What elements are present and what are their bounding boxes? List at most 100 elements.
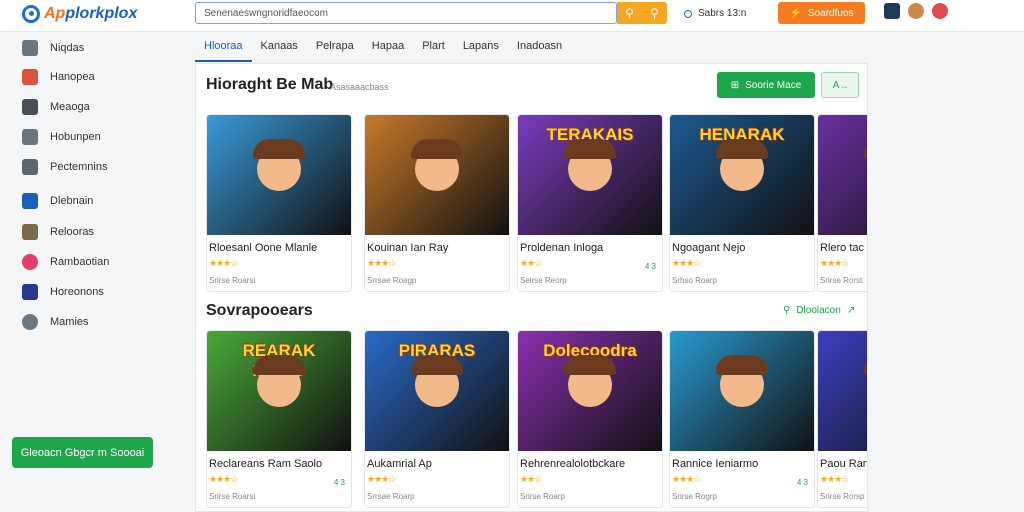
header-cta-label: Soardfuos [807,7,854,19]
app-logo[interactable]: Applorkplox [22,5,137,23]
sidebar-item-0[interactable]: Niqdas [22,40,84,56]
sidebar-item-2[interactable]: Meaoga [22,99,90,115]
game-thumbnail[interactable]: PIRARAS [365,331,509,451]
score-badge: 4 3 [644,262,656,271]
star-rating: ★★★☆ [672,474,701,484]
game-title: Rloesanl Oone Mlanle [209,242,318,254]
game-title: Reclareans Ram Saolo [209,458,323,470]
game-card[interactable]: TERAKAIS Proldenan Inloga ★★☆ Seirse Reo… [517,114,663,292]
search-button[interactable]: ⚲ ⚲ [617,2,667,24]
game-thumbnail[interactable] [818,331,867,451]
score-badge: 4 3 [796,478,808,487]
sidebar: Niqdas Hanopea Meaoga Hobunpen Pectemnin… [0,32,180,512]
sidebar-item-6[interactable]: Relooras [22,224,94,240]
score-badge: 4 3 [333,478,345,487]
sidebar-item-3[interactable]: Hobunpen [22,129,101,145]
sidebar-item-4[interactable]: Pectemnins [22,159,107,175]
top-bar: Applorkplox Senenaeswngnoridfaeocom ⚲ ⚲ … [0,0,1024,32]
notifications-icon[interactable] [884,3,900,19]
sidebar-item-9[interactable]: Mamies [22,314,89,330]
game-card[interactable]: Dolecoodra Rehrenrealolotbckare ★★☆ Srir… [517,330,663,508]
sidebar-item-label: Mamies [50,316,89,328]
game-card[interactable]: Kouinan Ian Ray ★★★☆ Srrsae Roagp [364,114,510,292]
bookmark-icon [22,129,38,145]
tab-2[interactable]: Pelrapa [307,34,363,62]
tab-0[interactable]: Hlooraa [195,34,252,62]
star-rating: ★★★☆ [820,258,849,268]
home-icon [22,40,38,56]
sidebar-item-label: Meaoga [50,101,90,113]
status-text: Sabrs 13:n [698,8,747,19]
sidebar-item-5[interactable]: Dlebnain [22,193,93,209]
avatar[interactable] [908,3,924,19]
puzzle-icon [22,254,38,270]
gamepad-icon [22,99,38,115]
game-card[interactable]: PIRARAS Aukamrial Ap ★★★☆ Srrsae Roarp [364,330,510,508]
game-card[interactable]: HENARAK Ngoagant Nejo ★★★☆ Srhso Roarp [669,114,815,292]
settings-icon [22,314,38,330]
category-tabs: Hlooraa Kanaas Pelrapa Hapaa Plart Lapan… [195,34,571,62]
sidebar-item-label: Relooras [50,226,95,238]
sidebar-cta-button[interactable]: Gleoacn Gbgcr m Soooai [12,437,153,468]
game-title: Paou Ran [820,458,868,470]
sidebar-item-label: Dlebnain [50,195,94,207]
star-rating: ★★★☆ [820,474,849,484]
sidebar-item-7[interactable]: Rambaotian [22,254,109,270]
search-icon: ⚲ [625,6,634,20]
game-title: Rlero tac [820,242,865,254]
game-thumbnail[interactable]: TERAKAIS [518,115,662,235]
top-icons [884,3,948,19]
tab-6[interactable]: Inadoasn [508,34,571,62]
profile-avatar[interactable] [932,3,948,19]
character-illustration [564,355,616,407]
see-all-label: Dloolacon [796,305,841,316]
character-illustration [253,139,305,191]
game-card[interactable]: REARAK MAGO Reclareans Ram Saolo ★★★☆ Sr… [206,330,352,508]
character-illustration [716,355,768,407]
game-meta: Srirse Roarp [520,492,565,501]
game-title: Proldenan Inloga [520,242,604,254]
tab-1[interactable]: Kanaas [252,34,307,62]
game-card[interactable]: Paou Ran ★★★☆ Srirse Rorsp [817,330,868,508]
character-illustration [564,139,616,191]
primary-action-button[interactable]: ⊞ Soorie Mace [717,72,815,98]
thumbnail-banner [826,341,867,369]
game-title: Rehrenrealolotbckare [520,458,626,470]
tab-3[interactable]: Hapaa [363,34,413,62]
character-illustration [253,355,305,407]
game-meta: Srirse Rorsp [820,492,865,501]
header-cta-button[interactable]: ⚡ Soardfuos [778,2,865,24]
see-all-link[interactable]: ⚲ Dloolacon ↗ [783,305,855,316]
game-thumbnail[interactable] [818,115,867,235]
search-input[interactable]: Senenaeswngnoridfaeocom [195,2,617,24]
game-meta: Srirse Rorst [820,276,863,285]
sidebar-item-label: Hanopea [50,71,95,83]
tab-5[interactable]: Lapans [454,34,508,62]
game-thumbnail[interactable]: REARAK MAGO [207,331,351,451]
game-thumbnail[interactable]: HENARAK [670,115,814,235]
game-meta: Srirse Roarsi [209,492,256,501]
game-thumbnail[interactable]: Dolecoodra [518,331,662,451]
sidebar-item-8[interactable]: Horeonons [22,284,104,300]
game-thumbnail[interactable] [670,331,814,451]
star-rating: ★★★☆ [209,474,238,484]
image-icon [22,224,38,240]
sidebar-item-1[interactable]: Hanopea [22,69,95,85]
star-rating: ★★★☆ [209,258,238,268]
game-card[interactable]: Rlero tac ★★★☆ Srirse Rorst [817,114,867,292]
game-meta: Srrsae Roarp [367,492,415,501]
star-rating: ★★★☆ [367,258,396,268]
secondary-action-button[interactable]: A .. [821,72,859,98]
star-rating: ★★★☆ [367,474,396,484]
character-illustration [716,139,768,191]
search-icon: ⚲ [783,305,791,316]
sidebar-item-label: Niqdas [50,42,85,54]
clock-icon [684,9,692,18]
game-thumbnail[interactable] [207,115,351,235]
plus-icon: ⊞ [730,79,740,91]
game-card[interactable]: Rannice Ieniarmo ★★★☆ Srirse Rogrp 4 3 [669,330,815,508]
game-card[interactable]: Rloesanl Oone Mlanle ★★★☆ Srirse Roarsi [206,114,352,292]
game-thumbnail[interactable] [365,115,509,235]
tab-4[interactable]: Plart [413,34,454,62]
logo-text: Applorkplox [44,5,138,22]
